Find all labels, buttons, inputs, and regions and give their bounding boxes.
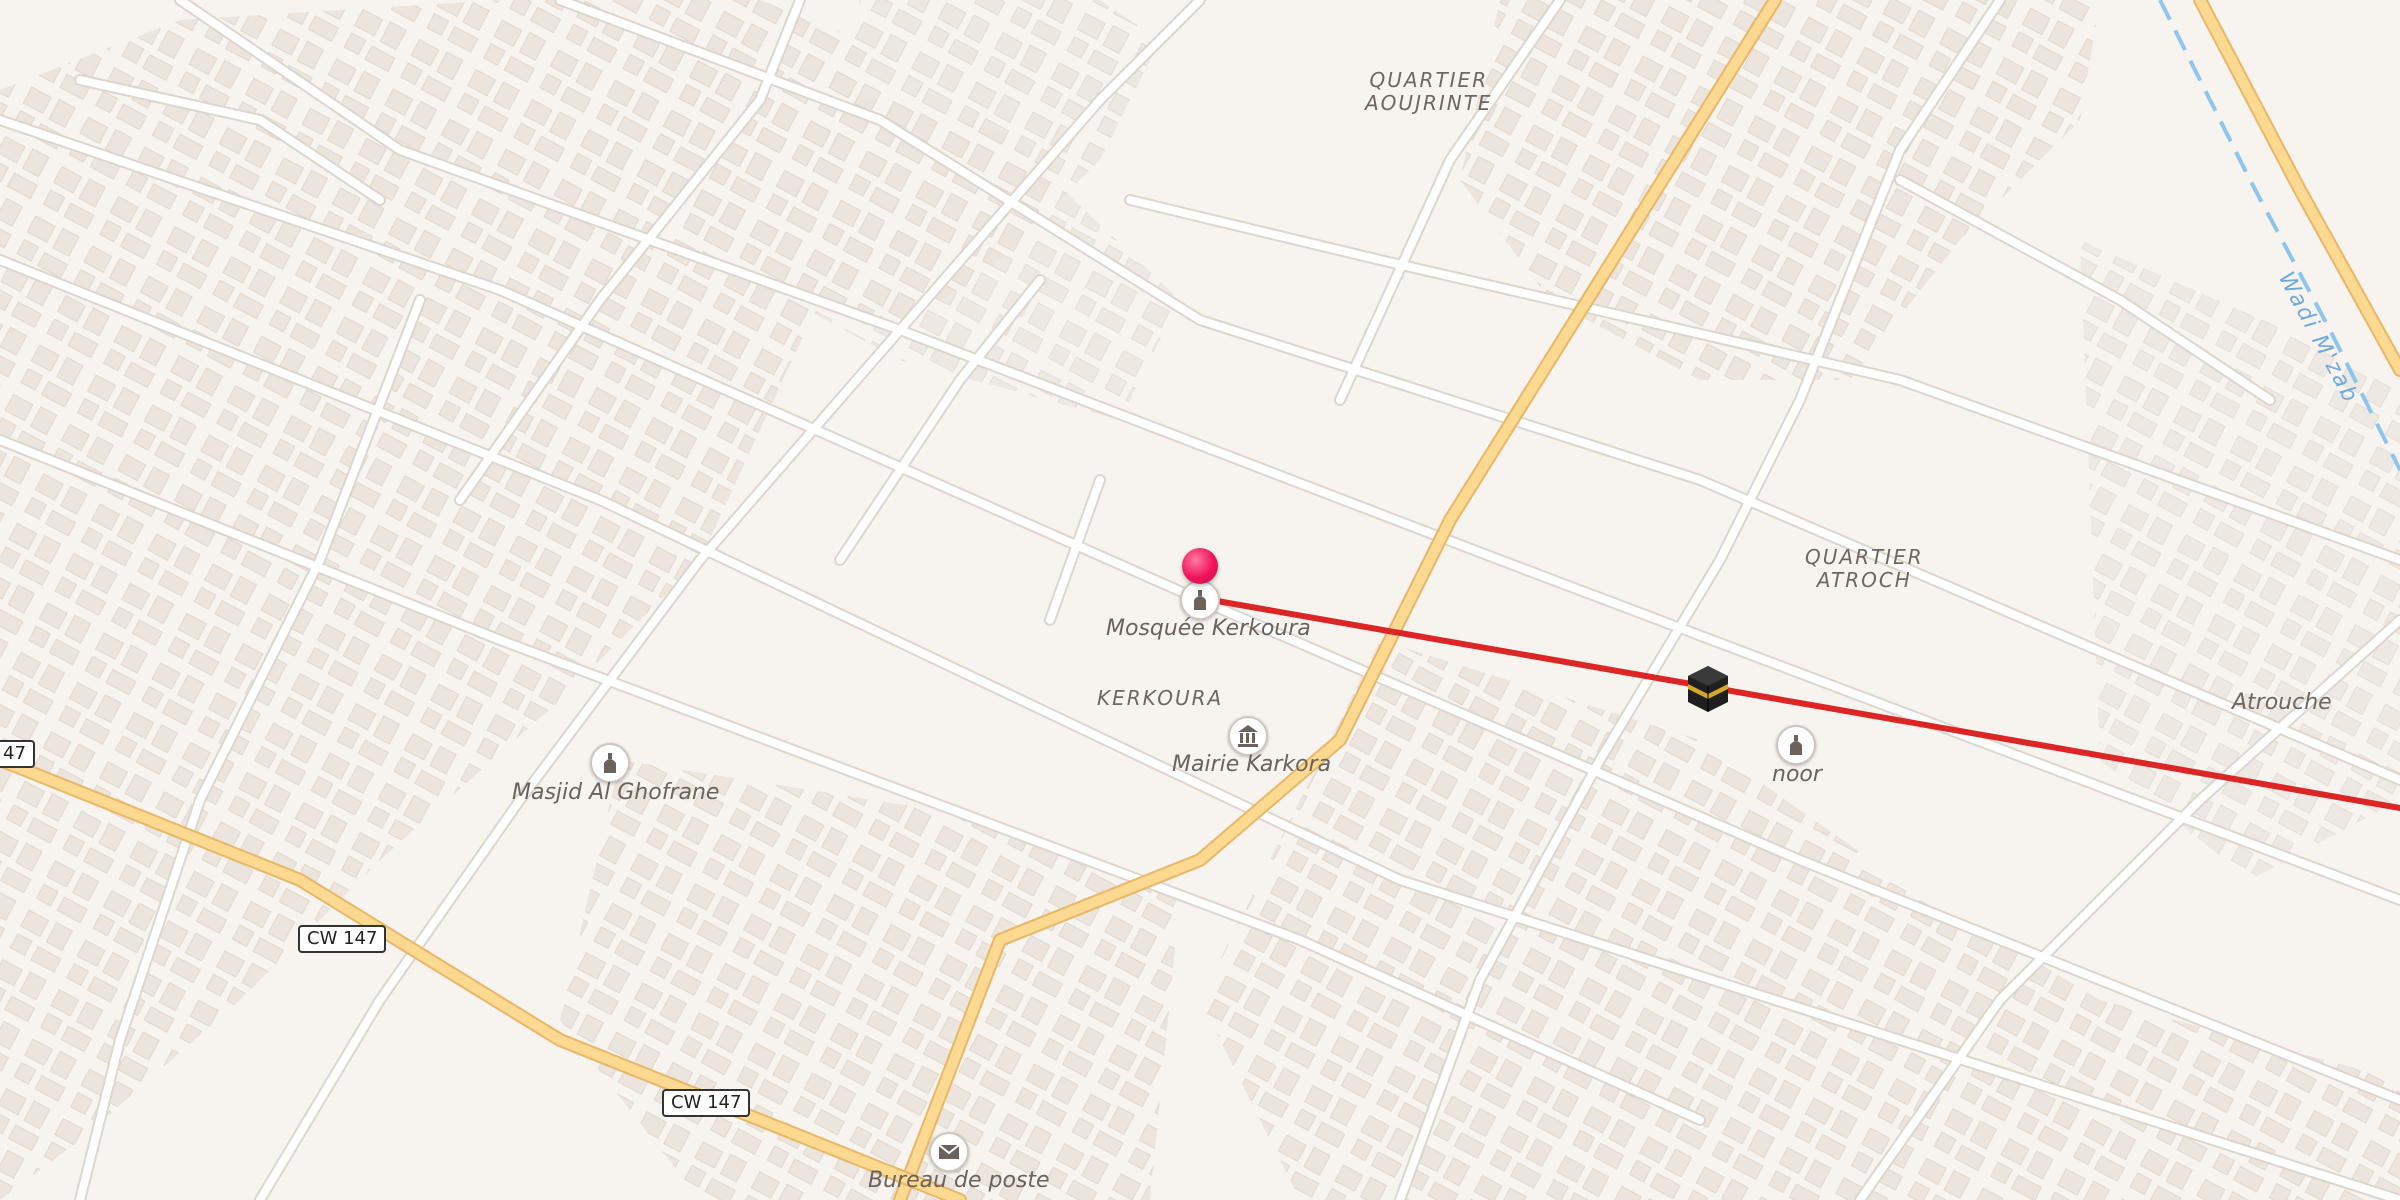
district-label-aoujrinte: QUARTIER AOUJRINTE [1365, 69, 1493, 115]
district-line: QUARTIER [1369, 68, 1489, 92]
mosque-icon[interactable] [1776, 725, 1816, 765]
district-label-kerkoura: KERKOURA [1097, 687, 1223, 710]
kaaba-icon[interactable] [1680, 660, 1736, 716]
district-line: QUARTIER [1805, 545, 1924, 569]
road-shield: CW 147 [298, 925, 387, 953]
place-label-atrouche: Atrouche [2232, 690, 2332, 715]
poi-label-noor[interactable]: noor [1772, 762, 1822, 787]
mosque-icon[interactable] [1180, 580, 1220, 620]
location-pin-icon[interactable] [1182, 548, 1218, 584]
mosque-icon[interactable] [590, 743, 630, 783]
district-line: ATROCH [1816, 568, 1912, 592]
town-hall-icon[interactable] [1228, 716, 1268, 756]
road-shield: CW 147 [662, 1089, 751, 1117]
district-label-atroch: QUARTIER ATROCH [1805, 546, 1924, 592]
district-line: AOUJRINTE [1365, 91, 1493, 115]
poi-label-mairie-karkora[interactable]: Mairie Karkora [1172, 752, 1331, 777]
poi-label-bureau-de-poste[interactable]: Bureau de poste [868, 1168, 1050, 1193]
poi-label-mosquee-kerkoura[interactable]: Mosquée Kerkoura [1106, 616, 1311, 641]
map-view[interactable]: QUARTIER AOUJRINTE QUARTIER ATROCH KERKO… [0, 0, 2400, 1200]
district-line: KERKOURA [1097, 686, 1224, 710]
poi-label-masjid-al-ghofrane[interactable]: Masjid Al Ghofrane [512, 780, 719, 805]
post-office-icon[interactable] [929, 1132, 969, 1172]
road-shield: 47 [0, 740, 35, 768]
